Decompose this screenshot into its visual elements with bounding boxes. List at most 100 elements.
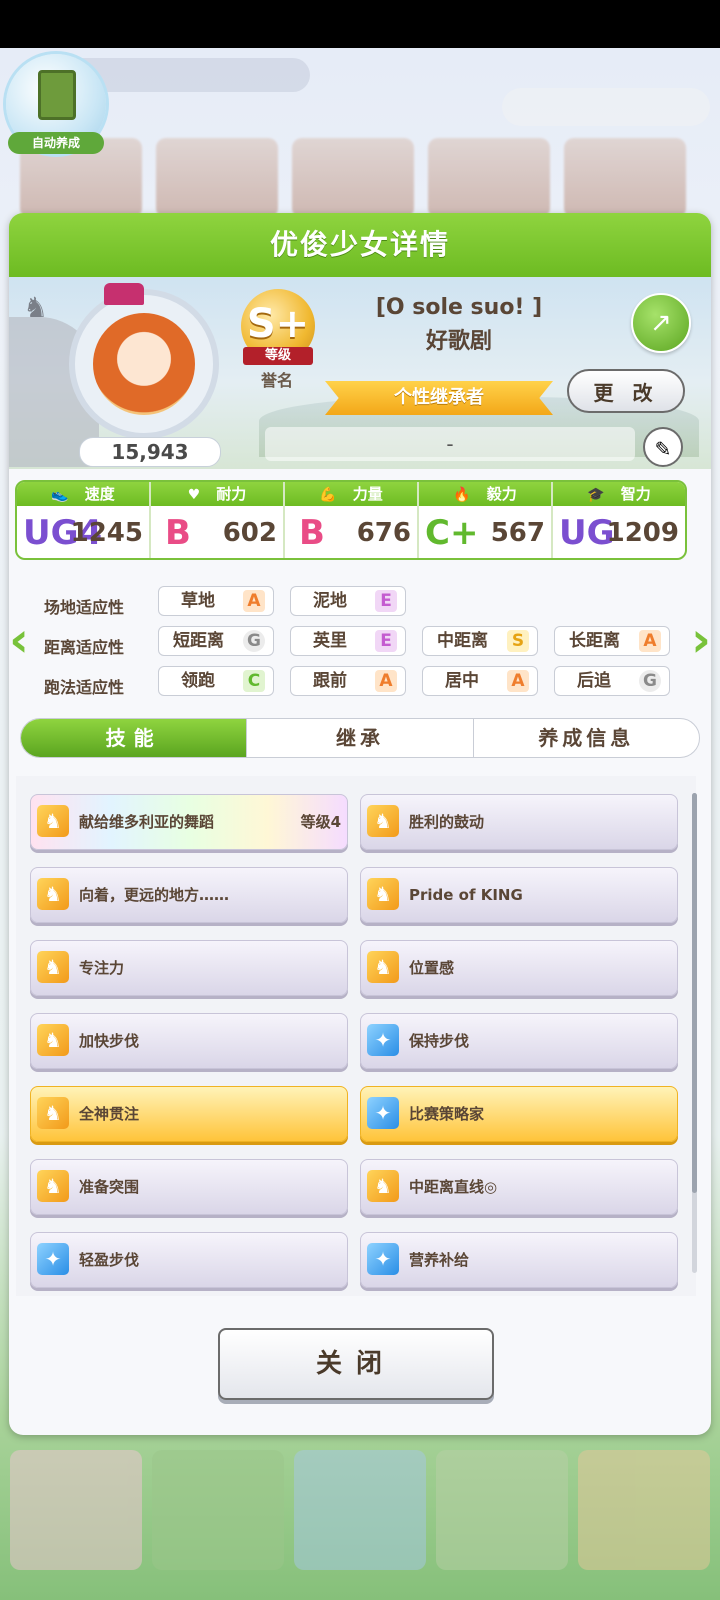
background-menu-item bbox=[152, 1450, 284, 1570]
skill-card[interactable]: ✦ 保持步伐 bbox=[360, 1013, 678, 1069]
change-button[interactable]: 更 改 bbox=[567, 369, 685, 413]
close-button[interactable]: 关闭 bbox=[218, 1328, 494, 1400]
aptitude-sprint: 短距离 G bbox=[158, 626, 274, 656]
character-hero: ♞ 15,943 S+ 等级 誉名 [O sole suo! ] 好歌剧 个性继… bbox=[9, 277, 711, 469]
tab-inheritance[interactable]: 继承 bbox=[247, 719, 474, 757]
next-arrow-icon[interactable]: › bbox=[686, 612, 716, 668]
skill-card[interactable]: ♞ 准备突围 bbox=[30, 1159, 348, 1215]
background-card bbox=[428, 138, 550, 218]
stat-rank: B bbox=[165, 513, 191, 553]
stat-stamina: ♥ 耐力 B 602 bbox=[151, 482, 285, 558]
horse-skill-icon: ♞ bbox=[37, 1097, 69, 1129]
character-avatar bbox=[69, 289, 219, 439]
stat-header: 🎓 智力 bbox=[553, 482, 685, 506]
skill-card[interactable]: ♞ 加快步伐 bbox=[30, 1013, 348, 1069]
skill-name: Pride of KING bbox=[409, 886, 523, 904]
aptitude-name: 泥地 bbox=[313, 591, 347, 611]
distance-aptitude-label: 距离适应性 bbox=[44, 638, 125, 657]
stat-rank: C+ bbox=[425, 513, 479, 553]
stat-label: 耐力 bbox=[216, 485, 247, 503]
style-aptitude-label: 跑法适应性 bbox=[44, 678, 125, 697]
skill-card[interactable]: ♞ 胜利的鼓动 bbox=[360, 794, 678, 850]
edit-button[interactable]: ✎ bbox=[643, 427, 683, 467]
aptitude-dirt: 泥地 E bbox=[290, 586, 406, 616]
horse-skill-icon: ♞ bbox=[367, 1170, 399, 1202]
skill-level: 等级4 bbox=[300, 813, 341, 831]
skill-card[interactable]: ♞ 向着，更远的地方…… bbox=[30, 867, 348, 923]
skill-name: 准备突围 bbox=[79, 1178, 140, 1196]
skill-card[interactable]: ✦ 轻盈步伐 bbox=[30, 1232, 348, 1288]
scrollbar-thumb[interactable] bbox=[692, 793, 697, 1193]
tab-skills[interactable]: 技能 bbox=[21, 719, 248, 757]
skill-name: 中距离直线◎ bbox=[409, 1178, 498, 1196]
heart-icon: ♥ bbox=[187, 487, 201, 503]
aptitude-end-closer: 后追 G bbox=[554, 666, 670, 696]
character-name: 好歌剧 bbox=[425, 329, 492, 354]
aptitude-name: 后追 bbox=[577, 671, 611, 691]
cap-icon: 🎓 bbox=[587, 487, 605, 503]
aptitude-grade: G bbox=[243, 630, 265, 652]
auto-training-label: 自动养成 bbox=[8, 132, 104, 154]
skill-name: 专注力 bbox=[79, 959, 125, 977]
stat-value: 1245 bbox=[70, 518, 143, 548]
stat-header: ♥ 耐力 bbox=[151, 482, 283, 506]
skill-card[interactable]: ♞ 全神贯注 bbox=[30, 1086, 348, 1142]
background-menu-item bbox=[436, 1450, 568, 1570]
aptitude-grade: G bbox=[639, 670, 661, 692]
skill-card[interactable]: ♞ 专注力 bbox=[30, 940, 348, 996]
stat-guts: 🔥 毅力 C+ 567 bbox=[419, 482, 553, 558]
sparkle-skill-icon: ✦ bbox=[367, 1024, 399, 1056]
skill-card[interactable]: ♞ 位置感 bbox=[360, 940, 678, 996]
aptitude-name: 跟前 bbox=[313, 671, 347, 691]
share-button[interactable]: ↗ bbox=[631, 293, 691, 353]
stat-speed: 👟 速度 UG4 1245 bbox=[17, 482, 151, 558]
aptitude-grade: A bbox=[375, 670, 397, 692]
aptitude-name: 中距离 bbox=[437, 631, 488, 651]
aptitude-name: 英里 bbox=[313, 631, 347, 651]
skill-name: 轻盈步伐 bbox=[79, 1251, 140, 1269]
aptitude-front-runner: 领跑 C bbox=[158, 666, 274, 696]
track-aptitude-label: 场地适应性 bbox=[44, 598, 125, 617]
stat-rank: B bbox=[299, 513, 325, 553]
crown-icon bbox=[104, 283, 144, 305]
stat-value: 567 bbox=[490, 518, 545, 548]
skill-card[interactable]: ✦ 比赛策略家 bbox=[360, 1086, 678, 1142]
skill-name: 营养补给 bbox=[409, 1251, 470, 1269]
muscle-icon: 💪 bbox=[319, 487, 337, 503]
sparkle-skill-icon: ✦ bbox=[37, 1243, 69, 1275]
horse-skill-icon: ♞ bbox=[367, 951, 399, 983]
rank-ribbon: 等级 bbox=[243, 347, 313, 365]
skill-name: 献给维多利亚的舞蹈 bbox=[79, 813, 215, 831]
background-card bbox=[564, 138, 686, 218]
pencil-icon: ✎ bbox=[654, 437, 672, 461]
aptitude-grade: A bbox=[507, 670, 529, 692]
previous-arrow-icon[interactable]: ‹ bbox=[4, 612, 34, 668]
aptitude-name: 短距离 bbox=[173, 631, 224, 651]
aptitude-medium: 中距离 S bbox=[422, 626, 538, 656]
skill-list-scrollbar[interactable] bbox=[692, 793, 697, 1273]
tab-training-info[interactable]: 养成信息 bbox=[474, 719, 699, 757]
detail-tabs: 技能 继承 养成信息 bbox=[20, 718, 700, 758]
aptitude-grade: E bbox=[375, 590, 397, 612]
stat-rank: UG bbox=[559, 513, 615, 553]
auto-training-badge[interactable]: 自动养成 bbox=[6, 54, 106, 154]
skill-name: 向着，更远的地方…… bbox=[79, 886, 230, 904]
background-menu-item bbox=[578, 1450, 710, 1570]
skill-card[interactable]: ✦ 营养补给 bbox=[360, 1232, 678, 1288]
dialog-title: 优俊少女详情 bbox=[9, 213, 711, 277]
stat-header: 👟 速度 bbox=[17, 482, 149, 506]
skill-card[interactable]: ♞ 中距离直线◎ bbox=[360, 1159, 678, 1215]
aptitude-name: 长距离 bbox=[569, 631, 620, 651]
skill-card[interactable]: ♞ 献给维多利亚的舞蹈 等级4 bbox=[30, 794, 348, 850]
background-card bbox=[156, 138, 278, 218]
trophy-icon[interactable]: ♞ bbox=[23, 291, 51, 325]
aptitude-long: 长距离 A bbox=[554, 626, 670, 656]
rank-title: 誉名 bbox=[260, 371, 293, 390]
aptitude-mile: 英里 E bbox=[290, 626, 406, 656]
background-menu-item bbox=[294, 1450, 426, 1570]
skill-card[interactable]: ♞ Pride of KING bbox=[360, 867, 678, 923]
aptitude-grade: E bbox=[375, 630, 397, 652]
aptitude-grade: C bbox=[243, 670, 265, 692]
sparkle-skill-icon: ✦ bbox=[367, 1243, 399, 1275]
aptitude-name: 草地 bbox=[181, 591, 215, 611]
